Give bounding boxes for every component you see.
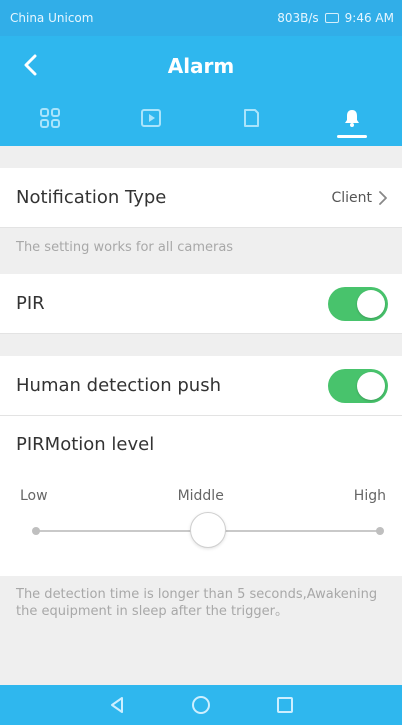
level-label-high: High	[353, 488, 386, 504]
notification-hint: The setting works for all cameras	[0, 228, 402, 274]
nav-recents-button[interactable]	[274, 694, 296, 716]
circle-home-icon	[192, 696, 210, 714]
level-labels: Low Middle High	[20, 488, 386, 504]
battery-icon	[324, 13, 339, 23]
status-right: 803B/s 9:46 AM	[277, 11, 394, 25]
pir-motion-level-slider[interactable]	[32, 512, 384, 548]
human-detection-row: Human detection push	[0, 356, 402, 416]
notification-type-label: Notification Type	[16, 187, 167, 208]
nav-back-button[interactable]	[106, 694, 128, 716]
chevron-right-icon	[379, 190, 387, 205]
system-nav-bar	[0, 685, 402, 725]
level-label-middle: Middle	[177, 488, 224, 504]
network-speed: 803B/s	[277, 11, 319, 25]
tab-devices[interactable]	[0, 90, 101, 146]
notification-type-row[interactable]: Notification Type Client	[0, 168, 402, 228]
alarm-screen: China Unicom 803B/s 9:46 AM Alarm Notifi…	[0, 0, 402, 725]
level-label-low: Low	[20, 488, 48, 504]
pir-row: PIR	[0, 274, 402, 334]
detection-note: The detection time is longer than 5 seco…	[0, 576, 402, 696]
section-spacer	[0, 146, 402, 168]
tab-bar	[0, 90, 402, 146]
bell-icon	[344, 110, 359, 127]
pir-toggle-knob	[357, 289, 385, 318]
page-title: Alarm	[167, 54, 235, 78]
tab-playback[interactable]	[101, 90, 202, 146]
nav-home-button[interactable]	[190, 694, 212, 716]
slider-start-dot	[32, 527, 40, 535]
tab-alarm[interactable]	[302, 90, 402, 146]
clock: 9:46 AM	[344, 11, 394, 25]
human-detection-label: Human detection push	[16, 375, 221, 396]
human-detection-toggle-knob	[357, 371, 385, 400]
status-bar: China Unicom 803B/s 9:46 AM	[0, 0, 402, 36]
section-spacer-2	[0, 334, 402, 356]
carrier-label: China Unicom	[10, 11, 94, 25]
notification-type-value: Client	[331, 189, 372, 206]
grid-icon	[40, 108, 61, 128]
triangle-back-icon	[111, 697, 123, 713]
pir-motion-level-section: PIRMotion level Low Middle High	[0, 416, 402, 576]
pir-toggle[interactable]	[328, 286, 388, 321]
slider-end-dot	[376, 527, 384, 535]
human-detection-toggle[interactable]	[328, 368, 388, 403]
tab-storage[interactable]	[201, 90, 302, 146]
square-recents-icon	[277, 697, 293, 713]
notification-type-value-group: Client	[331, 190, 388, 206]
pir-label: PIR	[16, 293, 45, 314]
header: Alarm	[0, 36, 402, 146]
settings-content: Notification Type Client The setting wor…	[0, 146, 402, 696]
sd-card-icon	[244, 109, 260, 127]
slider-thumb[interactable]	[190, 512, 226, 548]
pir-motion-level-title: PIRMotion level	[16, 434, 155, 455]
play-box-icon	[140, 109, 161, 127]
